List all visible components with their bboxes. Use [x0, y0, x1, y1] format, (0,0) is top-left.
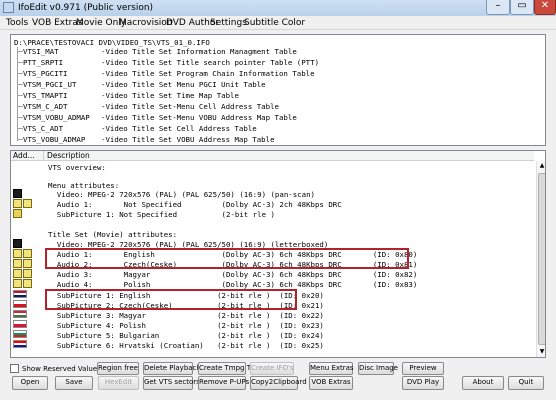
menu-settings[interactable]: Settings: [210, 18, 247, 28]
tree-item-desc: -Video Title Set Information Managment T…: [101, 47, 297, 56]
minimize-button[interactable]: –: [486, 0, 510, 15]
tree-item-desc: -Video Title Set Menu PGCI Unit Table: [101, 80, 266, 89]
close-button[interactable]: ✕: [534, 0, 556, 15]
audio-icon: [23, 199, 32, 208]
tree-item-vtsm-c-adt[interactable]: VTSM_C_ADT -Video Title Set-Menu Cell Add…: [23, 102, 279, 111]
scroll-down-icon[interactable]: ▼: [537, 347, 545, 357]
tree-item-desc: -Video Title Set Title search pointer Ta…: [101, 58, 320, 67]
tree-item-vts-pgciti[interactable]: VTS_PGCITI -Video Title Set Program Chain…: [23, 69, 315, 78]
tree-item-name: VTS_TMAPTI: [23, 91, 68, 100]
tree-item-desc: -Video Title Set-Menu VOBU Address Map T…: [101, 113, 297, 122]
copy2clipboard-button[interactable]: Copy2Clipboard: [250, 376, 307, 390]
tree-item-desc: -Video Title Set Time Map Table: [101, 91, 239, 100]
tree-item-name: VTS_C_ADT: [23, 124, 64, 133]
tree-item-desc: -Video Title Set Cell Address Table: [101, 124, 257, 133]
tree-item-name: VTSM_VOBU_ADMAP: [23, 113, 90, 122]
column-header-description[interactable]: Description: [44, 151, 534, 161]
get-vts-sectors-button[interactable]: Get VTS sectors: [143, 376, 200, 390]
disc-image-button[interactable]: Disc Image: [358, 362, 398, 375]
tree-item-ptt-srpti[interactable]: PTT_SRPTI -Video Title Set Title search p…: [23, 58, 319, 67]
tree-item-vtsm-vobu-admap[interactable]: VTSM_VOBU_ADMAP -Video Title Set-Menu VOB…: [23, 113, 297, 122]
audio-icon: [23, 249, 32, 258]
tree-item-desc: -Video Title Set VOBU Address Map Table: [101, 135, 275, 144]
app-icon: [3, 2, 14, 13]
create-tmpg-button[interactable]: Create Tmpg T.: [198, 362, 252, 375]
poland-flag-icon: [13, 320, 27, 328]
desc-line: SubPicture 4: Polish (2-bit rle ) (ID: 0…: [48, 321, 324, 330]
quit-button[interactable]: Quit: [508, 376, 544, 390]
dvd-play-button[interactable]: DVD Play: [402, 376, 444, 390]
preview-button[interactable]: Preview: [402, 362, 444, 375]
bulgaria-flag-icon: [13, 330, 27, 338]
scroll-thumb[interactable]: [538, 173, 545, 345]
uk-flag-icon: [13, 290, 27, 298]
audio-highlight-box: [45, 248, 409, 269]
tree-item-vts-tmapti[interactable]: VTS_TMAPTI -Video Title Set Time Map Tabl…: [23, 91, 239, 100]
tree-item-name: VTS_PGCITI: [23, 69, 68, 78]
ifo-tree-panel[interactable]: D:\PRACE\TESTOVACI DVD\VIDEO_TS\VTS_01_0…: [10, 34, 546, 146]
maximize-button[interactable]: ▭: [510, 0, 534, 15]
video-icon: [13, 239, 22, 248]
menu-bar: Tools VOB Extras Movie Only Macrovision …: [0, 16, 556, 30]
hungary-flag-icon: [13, 310, 27, 318]
tree-item-name: VTSM_C_ADT: [23, 102, 68, 111]
hexedit-button[interactable]: HexEdit: [98, 376, 139, 390]
audio-icon: [13, 199, 22, 208]
show-reserved-checkbox[interactable]: [10, 364, 19, 373]
menu-subtitle-color[interactable]: Subtitle Color: [244, 18, 305, 28]
tree-item-vtsm-pgci-ut[interactable]: VTSM_PGCI_UT -Video Title Set Menu PGCI U…: [23, 80, 266, 89]
tree-item-desc: -Video Title Set Program Chain Informati…: [101, 69, 315, 78]
audio-icon: [23, 279, 32, 288]
desc-line: SubPicture 6: Hrvatski (Croatian) (2-bit…: [48, 341, 324, 350]
audio-icon: [23, 269, 32, 278]
menu-macrovision[interactable]: Macrovision: [119, 18, 172, 28]
desc-line: Title Set (Movie) attributes:: [48, 230, 178, 239]
tree-item-vts-c-adt[interactable]: VTS_C_ADT -Video Title Set Cell Address T…: [23, 124, 257, 133]
desc-line: Video: MPEG-2 720x576 (PAL) (PAL 625/50)…: [48, 190, 315, 199]
tree-item-name: VTS_VOBU_ADMAP: [23, 135, 86, 144]
subpicture-highlight-box: [45, 289, 297, 310]
show-reserved-label: Show Reserved Values: [22, 365, 101, 373]
tree-item-vts-vobu-admap[interactable]: VTS_VOBU_ADMAP -Video Title Set VOBU Addr…: [23, 135, 275, 144]
desc-line: Audio 1: Not Specified (Dolby AC-3) 2ch …: [48, 200, 342, 209]
subpicture-icon: [13, 209, 22, 218]
audio-icon: [13, 269, 22, 278]
video-icon: [13, 189, 22, 198]
desc-line: VTS overview:: [48, 163, 106, 172]
tree-root[interactable]: D:\PRACE\TESTOVACI DVD\VIDEO_TS\VTS_01_0…: [14, 38, 210, 47]
scroll-up-icon[interactable]: ▲: [537, 161, 545, 171]
column-header-add[interactable]: Add...: [11, 151, 44, 161]
window-title: IfoEdit v0.971 (Public version): [18, 3, 154, 13]
audio-icon: [13, 249, 22, 258]
tree-item-name: VTSM_PGCI_UT: [23, 80, 77, 89]
tree-item-desc: -Video Title Set-Menu Cell Address Table: [101, 102, 279, 111]
vob-extras-button[interactable]: VOB Extras: [309, 376, 353, 390]
croatia-flag-icon: [13, 340, 27, 348]
open-button[interactable]: Open: [12, 376, 48, 390]
audio-icon: [23, 259, 32, 268]
description-scrollbar[interactable]: ▲ ▼: [536, 161, 545, 357]
menu-extras-button[interactable]: Menu Extras: [309, 362, 354, 375]
desc-line: Menu attributes:: [48, 181, 120, 190]
desc-line: Audio 4: Polish (Dolby AC-3) 6ch 48Kbps …: [48, 280, 418, 289]
delete-playback-button[interactable]: Delete Playback: [143, 362, 200, 375]
description-panel[interactable]: Add... Description VTS overview: Menu at…: [10, 150, 546, 358]
create-ifos-button[interactable]: Create IFO's: [250, 362, 294, 375]
desc-line: SubPicture 1: Not Specified (2-bit rle ): [48, 210, 275, 219]
remove-puops-button[interactable]: Remove P-UPs: [198, 376, 249, 390]
save-button[interactable]: Save: [55, 376, 93, 390]
czech-flag-icon: [13, 300, 27, 308]
about-button[interactable]: About: [462, 376, 504, 390]
menu-vob-extras[interactable]: VOB Extras: [32, 18, 83, 28]
tree-item-vtsi-mat[interactable]: VTSI_MAT -Video Title Set Information Man…: [23, 47, 297, 56]
desc-line: SubPicture 3: Magyar (2-bit rle ) (ID: 0…: [48, 311, 324, 320]
region-free-button[interactable]: Region free: [97, 362, 139, 375]
tree-item-name: VTSI_MAT: [23, 47, 59, 56]
audio-icon: [13, 259, 22, 268]
tree-item-name: PTT_SRPTI: [23, 58, 64, 67]
desc-line: SubPicture 5: Bulgarian (2-bit rle ) (ID…: [48, 331, 324, 340]
audio-icon: [13, 279, 22, 288]
desc-line: Audio 3: Magyar (Dolby AC-3) 6ch 48Kbps …: [48, 270, 418, 279]
menu-tools[interactable]: Tools: [6, 18, 28, 28]
